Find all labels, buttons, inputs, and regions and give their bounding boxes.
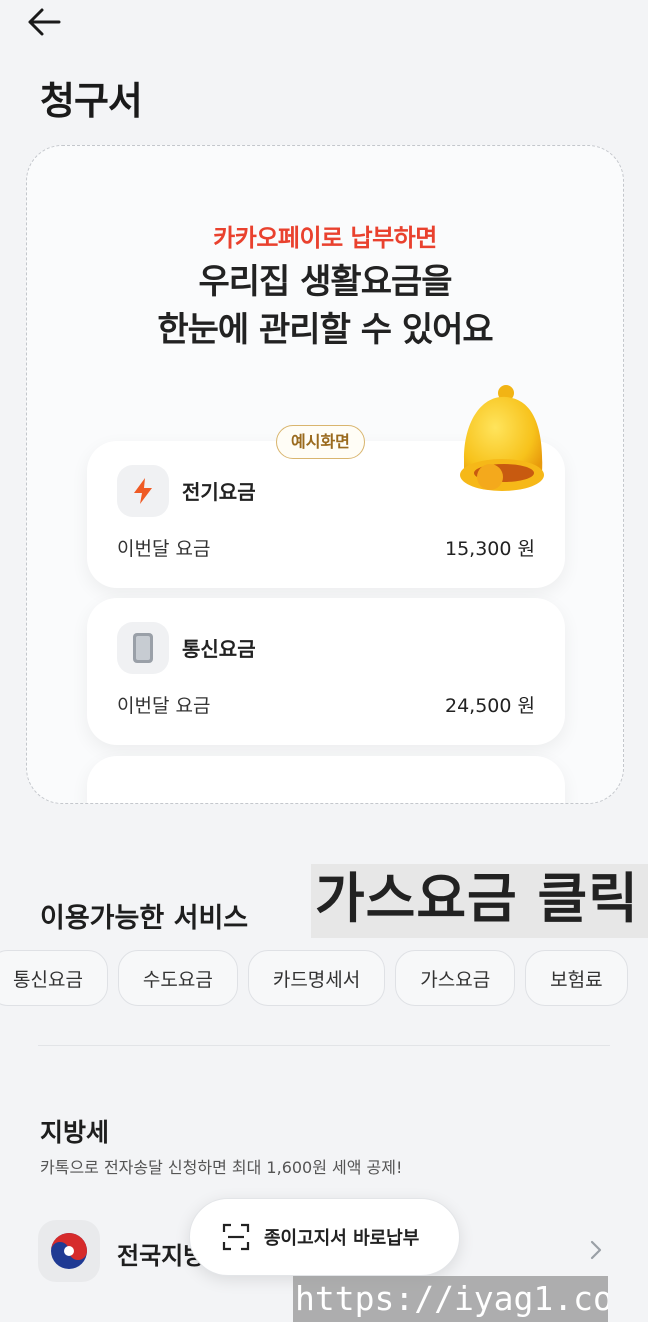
bill-label: 이번달 요금: [117, 695, 211, 717]
annotation-overlay: 가스요금 클릭: [311, 864, 648, 938]
services-title: 이용가능한 서비스: [40, 903, 249, 934]
bill-label: 이번달 요금: [117, 538, 211, 560]
service-chip-row: 통신요금 수도요금 카드명세서 가스요금 보험료: [0, 950, 648, 1006]
promo-headline-line2: 한눈에 관리할 수 있어요: [157, 310, 493, 350]
promo-card[interactable]: 카카오페이로 납부하면 우리집 생활요금을 한눈에 관리할 수 있어요 전기요금…: [26, 145, 624, 804]
chip-water[interactable]: 수도요금: [117, 950, 238, 1006]
chevron-right-icon[interactable]: [586, 1238, 606, 1262]
promo-headline: 우리집 생활요금을 한눈에 관리할 수 있어요: [27, 258, 623, 354]
back-button[interactable]: [24, 4, 64, 40]
page-title: 청구서: [40, 79, 143, 123]
bill-name: 통신요금: [182, 637, 256, 661]
bill-card-telecom: 통신요금 이번달 요금 24,500 원: [87, 598, 565, 745]
watermark: https://iyag1.com/: [293, 1276, 608, 1322]
promo-headline-line1: 우리집 생활요금을: [198, 262, 452, 302]
chip-gas[interactable]: 가스요금: [395, 950, 516, 1006]
chip-telecom[interactable]: 통신요금: [0, 950, 108, 1006]
taegeuk-emblem-icon: [38, 1220, 100, 1282]
lightning-icon: [117, 465, 169, 517]
bill-amount: 15,300 원: [444, 538, 535, 560]
bill-amount: 24,500 원: [444, 695, 535, 717]
paper-bill-pay-label: 종이고지서 바로납부: [264, 1228, 420, 1249]
bill-name: 전기요금: [182, 480, 256, 504]
smartphone-icon: [117, 622, 169, 674]
bill-card-partial: [87, 756, 565, 803]
arrow-left-icon: [28, 8, 61, 36]
scan-icon: [222, 1223, 250, 1251]
local-tax-title: 지방세: [40, 1118, 110, 1147]
local-tax-description: 카톡으로 전자송달 신청하면 최대 1,600원 세액 공제!: [40, 1158, 403, 1177]
example-badge: 예시화면: [276, 425, 365, 459]
chip-card-statement[interactable]: 카드명세서: [247, 950, 386, 1006]
paper-bill-pay-button[interactable]: 종이고지서 바로납부: [189, 1198, 460, 1276]
bell-icon: [460, 385, 544, 491]
divider: [38, 1045, 610, 1046]
chip-insurance[interactable]: 보험료: [525, 950, 628, 1006]
promo-subtitle: 카카오페이로 납부하면: [213, 224, 437, 252]
